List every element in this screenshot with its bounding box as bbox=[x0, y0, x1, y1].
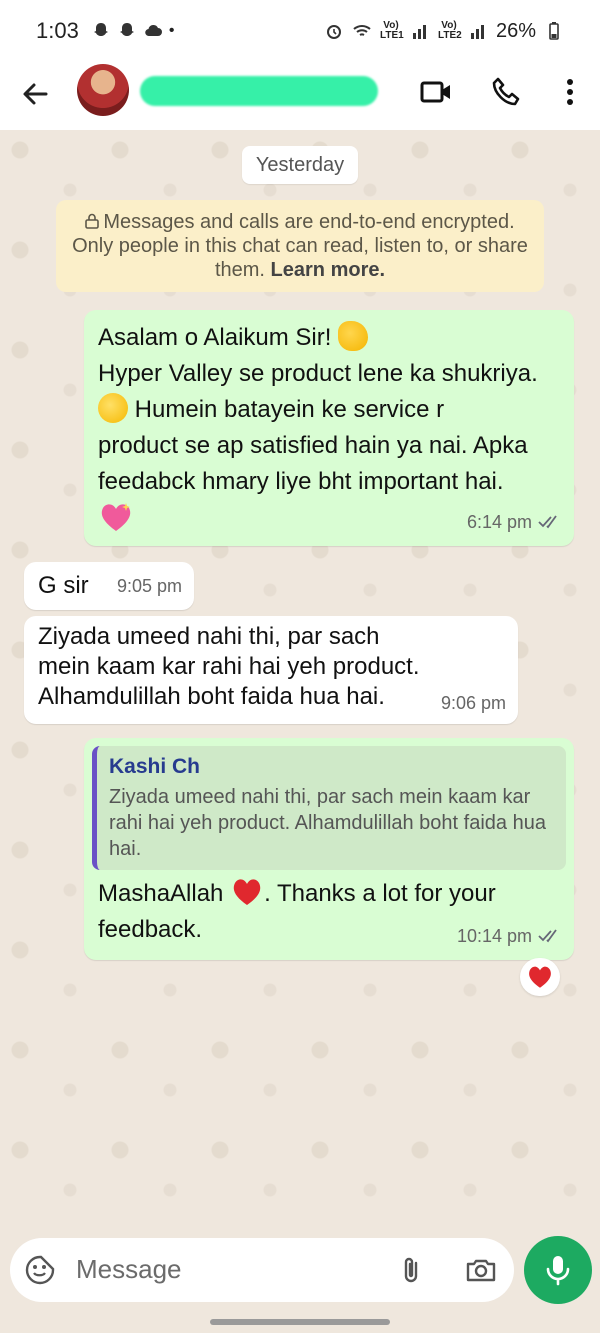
message-meta: 9:06 pm bbox=[441, 688, 506, 718]
message-reaction[interactable] bbox=[520, 958, 560, 996]
red-heart-emoji bbox=[233, 879, 261, 905]
double-check-icon bbox=[538, 515, 557, 529]
encryption-notice[interactable]: Messages and calls are end-to-end encryp… bbox=[56, 200, 544, 292]
lock-icon bbox=[85, 213, 100, 229]
snapchat-icon bbox=[93, 23, 108, 36]
avatar[interactable] bbox=[77, 64, 129, 116]
smiling-face-emoji bbox=[98, 393, 128, 423]
signal-icon bbox=[470, 25, 484, 39]
sparkling-heart-emoji bbox=[101, 503, 131, 531]
status-right: Vo) LTE1 Vo) LTE2 26% bbox=[324, 20, 564, 43]
chat-header bbox=[0, 62, 600, 130]
quoted-message[interactable]: Kashi Ch Ziyada umeed nahi thi, par sach… bbox=[92, 746, 566, 870]
incoming-message[interactable]: Ziyada umeed nahi thi, par sach mein kaa… bbox=[24, 616, 518, 724]
message-line: Ziyada umeed nahi thi, par sach bbox=[38, 623, 380, 650]
message-line: mein kaam kar rahi hai yeh product. bbox=[38, 653, 420, 680]
message-time: 10:14 pm bbox=[456, 926, 532, 946]
lte1-label: Vo) LTE1 bbox=[379, 20, 404, 41]
voice-message-button[interactable] bbox=[524, 1236, 592, 1304]
message-line: feedabck hmary liye bht important hai. bbox=[98, 468, 504, 495]
status-time: 1:03 bbox=[36, 18, 79, 43]
phone-call-icon[interactable] bbox=[488, 74, 524, 110]
status-left: 1:03 • bbox=[36, 18, 174, 44]
incoming-message[interactable]: G sir 9:05 pm bbox=[24, 562, 194, 610]
quoted-sender: Kashi Ch bbox=[109, 755, 201, 778]
video-call-icon[interactable] bbox=[418, 74, 454, 110]
wifi-icon bbox=[353, 25, 371, 36]
message-time: 9:06 pm bbox=[440, 693, 506, 713]
date-chip: Yesterday bbox=[242, 146, 358, 184]
outgoing-reply-message[interactable]: Kashi Ch Ziyada umeed nahi thi, par sach… bbox=[84, 738, 574, 960]
battery-icon bbox=[549, 22, 559, 40]
message-input[interactable]: Message bbox=[76, 1254, 182, 1285]
quoted-text: Ziyada umeed nahi thi, par sach mein kaa… bbox=[109, 786, 546, 860]
microphone-icon bbox=[546, 1256, 570, 1286]
message-line: Alhamdulillah boht faida hua hai. bbox=[38, 683, 385, 710]
lte2-label: Vo) LTE2 bbox=[437, 20, 462, 41]
message-composer: Message bbox=[10, 1238, 514, 1302]
cloud-icon bbox=[145, 24, 162, 37]
message-line: Asalam o Alaikum Sir! bbox=[98, 320, 560, 356]
battery-percent: 26% bbox=[495, 19, 536, 42]
signal-icon bbox=[412, 25, 426, 39]
alarm-icon bbox=[326, 25, 341, 39]
message-meta: 9:05 pm bbox=[117, 568, 182, 604]
double-check-icon bbox=[538, 929, 557, 943]
message-time: 9:05 pm bbox=[116, 576, 182, 596]
message-meta: 6:14 pm bbox=[467, 504, 562, 540]
status-bar: 1:03 • Vo) LTE1 Vo) LTE2 26% bbox=[0, 0, 600, 62]
message-line: Hyper Valley se product lene ka shukriya… bbox=[98, 360, 538, 387]
heart-reaction-icon bbox=[529, 966, 551, 988]
message-text: Asalam o Alaikum Sir! bbox=[98, 324, 332, 351]
message-text: Humein batayein ke service r bbox=[134, 396, 445, 423]
waving-hand-emoji bbox=[338, 321, 369, 351]
message-time: 6:14 pm bbox=[466, 512, 532, 532]
message-line: product se ap satisfied hain ya nai. Apk… bbox=[98, 432, 528, 459]
contact-name[interactable] bbox=[140, 76, 378, 106]
camera-icon[interactable] bbox=[464, 1254, 498, 1286]
home-indicator[interactable] bbox=[210, 1319, 390, 1325]
message-text: MashaAllah bbox=[98, 880, 224, 907]
back-arrow-icon[interactable] bbox=[18, 76, 54, 112]
outgoing-message[interactable]: Asalam o Alaikum Sir! Hyper Valley se pr… bbox=[84, 310, 574, 546]
emoji-sticker-icon[interactable] bbox=[24, 1254, 56, 1286]
message-line: Humein batayein ke service r bbox=[98, 392, 560, 428]
learn-more-link[interactable]: Learn more. bbox=[271, 259, 385, 281]
dot-icon: • bbox=[168, 22, 175, 39]
message-meta: 10:14 pm bbox=[457, 918, 562, 954]
snapchat-icon bbox=[119, 23, 134, 36]
more-options-icon[interactable] bbox=[552, 74, 588, 110]
attach-icon[interactable] bbox=[396, 1254, 428, 1286]
message-text: G sir bbox=[38, 572, 89, 599]
